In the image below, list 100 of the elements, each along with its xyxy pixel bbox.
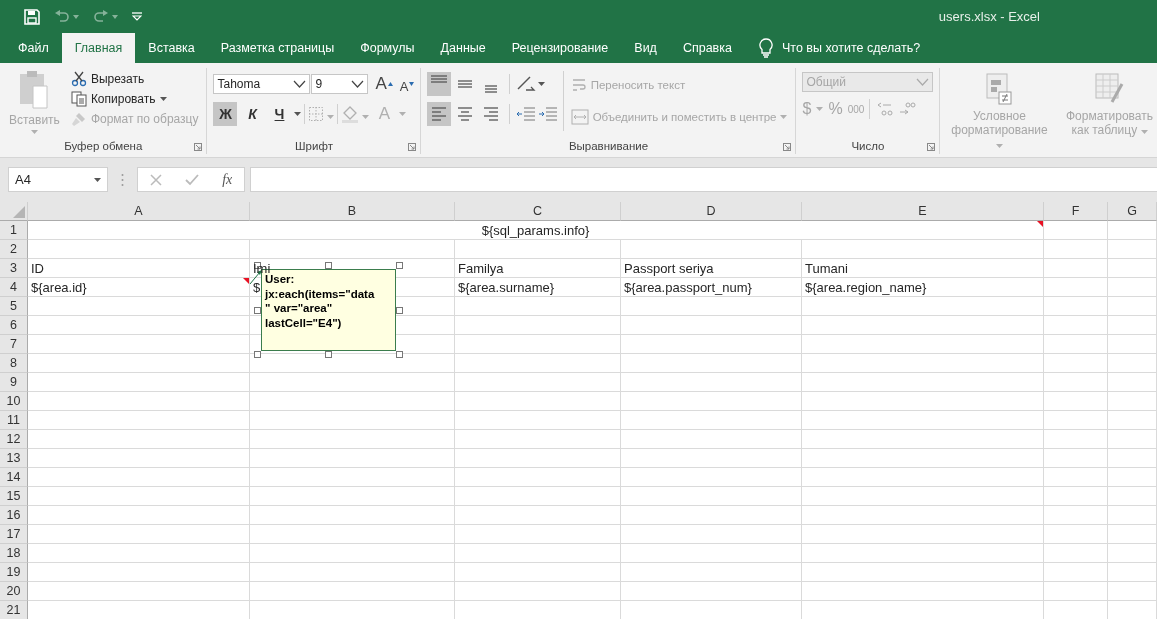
cell[interactable] xyxy=(802,430,1044,449)
cell[interactable] xyxy=(621,525,802,544)
cell[interactable]: ${area.passport_num} xyxy=(621,278,802,297)
cell[interactable] xyxy=(250,525,455,544)
cell[interactable] xyxy=(621,411,802,430)
cell[interactable] xyxy=(802,525,1044,544)
cell[interactable] xyxy=(1108,563,1157,582)
cell[interactable]: ${sql_params.info} xyxy=(28,221,1044,240)
column-header[interactable]: E xyxy=(802,202,1044,221)
cell[interactable] xyxy=(250,506,455,525)
row-header[interactable]: 7 xyxy=(0,335,28,354)
ribbon-tab[interactable]: Формулы xyxy=(347,33,428,63)
cell[interactable] xyxy=(1108,582,1157,601)
ribbon-tab[interactable]: Вид xyxy=(621,33,670,63)
resize-handle[interactable] xyxy=(325,262,332,269)
cut-button[interactable]: Вырезать xyxy=(68,70,201,88)
column-header[interactable]: G xyxy=(1108,202,1157,221)
cell[interactable] xyxy=(1044,468,1108,487)
ribbon-tab[interactable]: Главная xyxy=(61,33,136,63)
cell[interactable] xyxy=(1108,354,1157,373)
ribbon-tab[interactable]: Справка xyxy=(669,33,745,63)
cell[interactable] xyxy=(28,430,250,449)
cell[interactable] xyxy=(1044,525,1108,544)
cell[interactable] xyxy=(28,506,250,525)
row-header[interactable]: 17 xyxy=(0,525,28,544)
cell[interactable] xyxy=(621,335,802,354)
text-orientation-icon[interactable] xyxy=(516,75,537,93)
cell[interactable] xyxy=(1108,468,1157,487)
paint-bucket-icon[interactable] xyxy=(341,105,360,123)
row-header[interactable]: 3 xyxy=(0,259,28,278)
cell[interactable] xyxy=(621,316,802,335)
cell[interactable] xyxy=(1044,259,1108,278)
row-header[interactable]: 13 xyxy=(0,449,28,468)
resize-handle[interactable] xyxy=(396,262,403,269)
cell[interactable] xyxy=(802,316,1044,335)
resize-handle[interactable] xyxy=(254,307,261,314)
cell[interactable] xyxy=(621,582,802,601)
row-header[interactable]: 9 xyxy=(0,373,28,392)
ribbon-tab[interactable]: Файл xyxy=(5,33,62,63)
row-header[interactable]: 5 xyxy=(0,297,28,316)
cell[interactable] xyxy=(28,544,250,563)
row-header[interactable]: 6 xyxy=(0,316,28,335)
cell[interactable] xyxy=(1108,411,1157,430)
dialog-launcher-icon[interactable] xyxy=(927,143,936,151)
cell[interactable] xyxy=(802,487,1044,506)
cell[interactable] xyxy=(28,525,250,544)
resize-handle[interactable] xyxy=(396,351,403,358)
cancel-icon[interactable] xyxy=(149,173,162,186)
row-header[interactable]: 11 xyxy=(0,411,28,430)
font-name-field[interactable]: Tahoma xyxy=(213,74,311,94)
cell[interactable] xyxy=(802,240,1044,259)
cell[interactable] xyxy=(1044,297,1108,316)
cell[interactable] xyxy=(28,468,250,487)
row-header[interactable]: 10 xyxy=(0,392,28,411)
cell[interactable] xyxy=(1044,506,1108,525)
cell[interactable] xyxy=(1108,430,1157,449)
align-left-button[interactable] xyxy=(427,102,452,126)
cell[interactable] xyxy=(1108,506,1157,525)
cell[interactable] xyxy=(1044,316,1108,335)
cell[interactable] xyxy=(802,506,1044,525)
cell[interactable]: ${area.region_name} xyxy=(802,278,1044,297)
caret-icon[interactable] xyxy=(294,112,302,116)
cell[interactable] xyxy=(1108,373,1157,392)
cell[interactable] xyxy=(1108,487,1157,506)
grow-font-button[interactable]: A xyxy=(375,74,387,94)
cell[interactable] xyxy=(28,240,250,259)
tell-me-search[interactable]: Что вы хотите сделать? xyxy=(781,41,921,55)
select-all-button[interactable] xyxy=(0,202,28,221)
row-header[interactable]: 2 xyxy=(0,240,28,259)
cell[interactable] xyxy=(1108,544,1157,563)
column-header[interactable]: D xyxy=(621,202,802,221)
cell[interactable]: Familya xyxy=(455,259,621,278)
dialog-launcher-icon[interactable] xyxy=(194,143,203,151)
cell[interactable] xyxy=(455,430,621,449)
cell[interactable]: ID xyxy=(28,259,250,278)
cell[interactable] xyxy=(250,468,455,487)
italic-button[interactable]: К xyxy=(240,102,265,126)
resize-handle[interactable] xyxy=(254,351,261,358)
ribbon-tab[interactable]: Разметка страницы xyxy=(207,33,348,63)
cell[interactable] xyxy=(621,297,802,316)
cell[interactable] xyxy=(28,354,250,373)
cell[interactable] xyxy=(455,487,621,506)
caret-icon[interactable] xyxy=(94,177,101,182)
cell[interactable] xyxy=(28,316,250,335)
cell[interactable] xyxy=(28,582,250,601)
cell[interactable] xyxy=(802,392,1044,411)
insert-function-button[interactable]: fx xyxy=(222,171,233,188)
cell[interactable] xyxy=(250,563,455,582)
cell[interactable]: Tumani xyxy=(802,259,1044,278)
cell[interactable] xyxy=(802,354,1044,373)
cell[interactable] xyxy=(250,544,455,563)
cell[interactable] xyxy=(1044,449,1108,468)
cell[interactable] xyxy=(802,411,1044,430)
cell[interactable] xyxy=(1044,544,1108,563)
cell[interactable] xyxy=(1108,278,1157,297)
dialog-launcher-icon[interactable] xyxy=(408,143,417,151)
row-header[interactable]: 15 xyxy=(0,487,28,506)
cell[interactable] xyxy=(1044,563,1108,582)
align-top-button[interactable] xyxy=(427,72,452,96)
cell[interactable] xyxy=(1044,278,1108,297)
